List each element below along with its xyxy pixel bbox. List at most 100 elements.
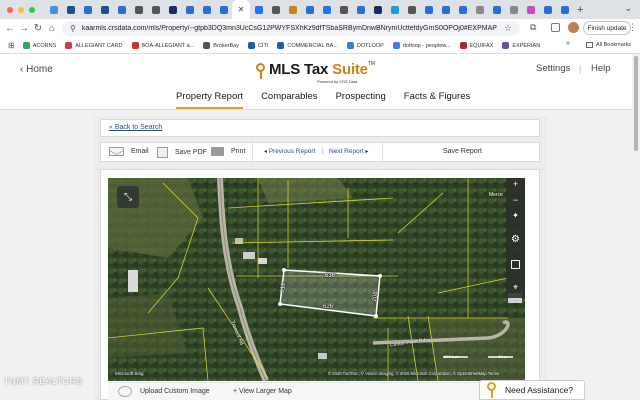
- minimize-window-icon[interactable]: [18, 6, 24, 13]
- draw-area-icon[interactable]: [511, 260, 520, 269]
- tab-facts-figures[interactable]: Facts & Figures: [404, 91, 471, 109]
- browser-tab[interactable]: [62, 0, 79, 19]
- locate-icon[interactable]: ⌖: [506, 282, 525, 293]
- settings-link[interactable]: Settings: [536, 63, 570, 74]
- browser-tab[interactable]: [198, 0, 215, 19]
- bookmark-item[interactable]: BrokerBay: [203, 42, 239, 49]
- tab-comparables[interactable]: Comparables: [261, 91, 318, 109]
- print-button[interactable]: Print: [211, 147, 245, 156]
- back-icon[interactable]: ←: [3, 23, 17, 34]
- tab-property-report[interactable]: Property Report: [176, 91, 244, 109]
- gear-icon[interactable]: ⚙: [506, 234, 525, 245]
- finish-update-button[interactable]: Finish update: [583, 21, 631, 35]
- profile-avatar[interactable]: [568, 22, 579, 33]
- upload-icon[interactable]: [118, 386, 132, 397]
- bookmark-label: ALLEGIANT CARD: [75, 42, 123, 49]
- bookmark-item[interactable]: CITI: [247, 42, 268, 49]
- previous-report-link[interactable]: ◂ Previous Report: [264, 148, 315, 155]
- browser-tab[interactable]: [471, 0, 488, 19]
- browser-tab[interactable]: [181, 0, 198, 19]
- browser-tab[interactable]: [284, 0, 301, 19]
- aerial-map[interactable]: [108, 178, 525, 381]
- browser-tab[interactable]: [267, 0, 284, 19]
- browser-tab[interactable]: [386, 0, 403, 19]
- pdf-icon: [157, 147, 168, 158]
- close-tab-icon[interactable]: ✕: [238, 5, 245, 14]
- browser-tab[interactable]: [335, 0, 352, 19]
- bookmark-item[interactable]: ALLEGIANT CARD: [65, 42, 123, 49]
- window-controls[interactable]: [7, 6, 35, 13]
- need-assistance-button[interactable]: Need Assistance?: [479, 380, 585, 400]
- browser-tab[interactable]: [454, 0, 471, 19]
- browser-tab[interactable]: [539, 0, 556, 19]
- browser-tab[interactable]: [250, 0, 267, 19]
- browser-tab[interactable]: [556, 0, 573, 19]
- home-link[interactable]: ‹ Home: [20, 64, 53, 75]
- bookmark-star-icon[interactable]: ☆: [504, 23, 512, 34]
- browser-tab[interactable]: [352, 0, 369, 19]
- address-bar[interactable]: ⚲ kaarmls.crsdata.com/mls/Property/--gtp…: [62, 21, 520, 36]
- compass-icon[interactable]: ✦: [506, 211, 525, 220]
- fullscreen-toggle-icon[interactable]: ⤡: [117, 186, 139, 208]
- apps-grid-icon[interactable]: ⊞: [8, 41, 15, 50]
- zoom-in-icon[interactable]: +: [506, 179, 525, 189]
- zoom-out-icon[interactable]: −: [506, 195, 525, 205]
- tab-search-icon[interactable]: ⌄: [624, 3, 632, 14]
- view-larger-map-link[interactable]: + View Larger Map: [233, 388, 292, 395]
- all-bookmarks-button[interactable]: All Bookmarks: [586, 42, 631, 48]
- browser-tab[interactable]: [164, 0, 181, 19]
- map-controls: + − ✦ ⚙ ⌖: [506, 178, 525, 298]
- browser-menu-icon[interactable]: ⋮: [628, 22, 637, 33]
- browser-tab[interactable]: [96, 0, 113, 19]
- browser-tab[interactable]: [437, 0, 454, 19]
- close-window-icon[interactable]: [7, 6, 13, 13]
- more-bookmarks-icon[interactable]: »: [566, 40, 570, 47]
- sidebar-icon[interactable]: [551, 23, 560, 32]
- powered-by-text: Powered by CRS Data: [317, 79, 358, 84]
- maximize-window-icon[interactable]: [29, 6, 35, 13]
- forward-icon[interactable]: →: [17, 23, 31, 34]
- browser-tab[interactable]: [45, 0, 62, 19]
- browser-tab[interactable]: [369, 0, 386, 19]
- browser-tab[interactable]: [403, 0, 420, 19]
- save-report-button[interactable]: Save Report: [443, 148, 482, 155]
- help-link[interactable]: Help: [591, 63, 611, 74]
- email-button[interactable]: Email: [109, 147, 149, 156]
- upload-custom-image-link[interactable]: Upload Custom Image: [140, 388, 210, 395]
- bookmark-item[interactable]: EQUIFAX: [459, 42, 493, 49]
- tab-prospecting[interactable]: Prospecting: [336, 91, 386, 109]
- scrollbar-thumb[interactable]: [634, 56, 638, 151]
- bookmark-item[interactable]: COMMERCIAL BA...: [277, 42, 338, 49]
- bookmark-item[interactable]: ACORNS: [22, 42, 56, 49]
- bookmark-label: dotloop - peoplew...: [402, 42, 451, 49]
- site-info-icon[interactable]: ⚲: [70, 24, 76, 33]
- home-icon[interactable]: ⌂: [45, 23, 59, 34]
- map-scale: 200 feet 50 m: [444, 354, 508, 359]
- browser-tab[interactable]: [301, 0, 318, 19]
- browser-tab[interactable]: [215, 0, 232, 19]
- back-to-search-link[interactable]: « Back to Search: [109, 124, 162, 131]
- browser-tab-active[interactable]: ✕: [232, 0, 250, 19]
- browser-tab[interactable]: [130, 0, 147, 19]
- bookmark-favicon-icon: [22, 42, 30, 49]
- browser-tab[interactable]: [522, 0, 539, 19]
- next-report-link[interactable]: Next Report ▸: [329, 148, 368, 155]
- bookmark-item[interactable]: dotloop - peoplew...: [392, 42, 451, 49]
- browser-tab[interactable]: [420, 0, 437, 19]
- browser-tab[interactable]: [79, 0, 96, 19]
- new-tab-icon[interactable]: +: [577, 4, 583, 16]
- browser-tab[interactable]: [147, 0, 164, 19]
- save-pdf-button[interactable]: Save PDF: [157, 147, 207, 158]
- reload-icon[interactable]: ↻: [31, 23, 45, 34]
- bookmark-item[interactable]: EXPERIAN: [502, 42, 540, 49]
- extension-icon[interactable]: ⧉: [530, 22, 536, 33]
- browser-tab[interactable]: [113, 0, 130, 19]
- map-copyright[interactable]: © 2025 TomTom, © Vexcel Imaging, © 2025 …: [328, 371, 499, 376]
- bookmark-item[interactable]: BOA-ALLEGIANT a...: [131, 42, 194, 49]
- page-scrollbar[interactable]: [632, 54, 640, 400]
- mls-tax-suite-logo[interactable]: MLS Tax Suite TM Powered by CRS Data: [255, 61, 375, 84]
- browser-tab[interactable]: [318, 0, 335, 19]
- bookmark-item[interactable]: DOTLOOP: [346, 42, 384, 49]
- browser-tab[interactable]: [505, 0, 522, 19]
- browser-tab[interactable]: [488, 0, 505, 19]
